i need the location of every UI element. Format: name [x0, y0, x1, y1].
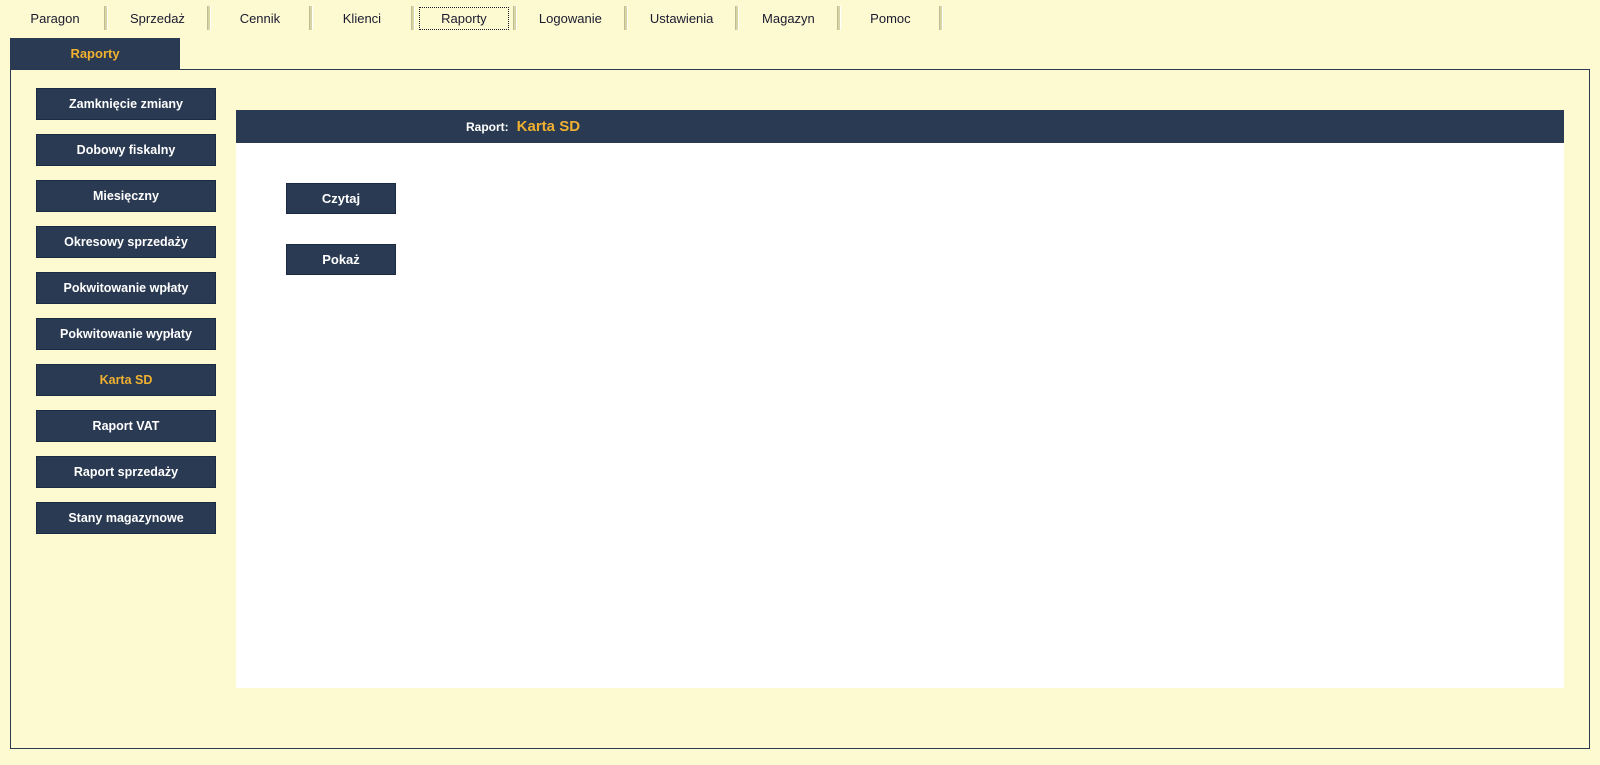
menu-separator [309, 6, 313, 30]
read-button[interactable]: Czytaj [286, 183, 396, 214]
menu-separator [411, 6, 415, 30]
menu-separator [104, 6, 108, 30]
sidebar-item-dobowy-fiskalny[interactable]: Dobowy fiskalny [36, 134, 216, 166]
sidebar-item-stany-magazynowe[interactable]: Stany magazynowe [36, 502, 216, 534]
menu-separator [207, 6, 211, 30]
content-frame: Zamknięcie zmiany Dobowy fiskalny Miesię… [10, 69, 1590, 749]
sidebar-item-okresowy-sprzedazy[interactable]: Okresowy sprzedaży [36, 226, 216, 258]
menu-separator [837, 6, 841, 30]
report-header-name: Karta SD [517, 118, 580, 135]
menu-item-magazyn[interactable]: Magazyn [743, 7, 833, 30]
content-wrapper: Raporty Zamknięcie zmiany Dobowy fiskaln… [10, 38, 1590, 749]
sidebar-item-pokwitowanie-wyplaty[interactable]: Pokwitowanie wypłaty [36, 318, 216, 350]
top-menu: Paragon Sprzedaż Cennik Klienci Raporty … [0, 0, 1600, 38]
menu-separator [939, 6, 943, 30]
menu-item-cennik[interactable]: Cennik [215, 7, 305, 30]
menu-item-ustawienia[interactable]: Ustawienia [632, 7, 732, 30]
menu-item-raporty[interactable]: Raporty [419, 7, 509, 30]
report-header: Raport: Karta SD [236, 110, 1564, 143]
report-header-label: Raport: [466, 120, 509, 134]
menu-separator [624, 6, 628, 30]
sidebar: Zamknięcie zmiany Dobowy fiskalny Miesię… [36, 88, 216, 548]
menu-item-paragon[interactable]: Paragon [10, 7, 100, 30]
menu-item-logowanie[interactable]: Logowanie [521, 7, 620, 30]
menu-item-sprzedaz[interactable]: Sprzedaż [112, 7, 203, 30]
sidebar-item-raport-vat[interactable]: Raport VAT [36, 410, 216, 442]
sidebar-item-karta-sd[interactable]: Karta SD [36, 364, 216, 396]
main-panel: Raport: Karta SD Czytaj Pokaż [236, 110, 1564, 688]
action-buttons: Czytaj Pokaż [236, 143, 1564, 345]
sidebar-item-pokwitowanie-wplaty[interactable]: Pokwitowanie wpłaty [36, 272, 216, 304]
sidebar-item-zamkniecie-zmiany[interactable]: Zamknięcie zmiany [36, 88, 216, 120]
menu-item-pomoc[interactable]: Pomoc [845, 7, 935, 30]
menu-item-klienci[interactable]: Klienci [317, 7, 407, 30]
show-button[interactable]: Pokaż [286, 244, 396, 275]
tab-raporty[interactable]: Raporty [10, 38, 180, 69]
menu-separator [735, 6, 739, 30]
sidebar-item-miesieczny[interactable]: Miesięczny [36, 180, 216, 212]
menu-separator [513, 6, 517, 30]
sidebar-item-raport-sprzedazy[interactable]: Raport sprzedaży [36, 456, 216, 488]
